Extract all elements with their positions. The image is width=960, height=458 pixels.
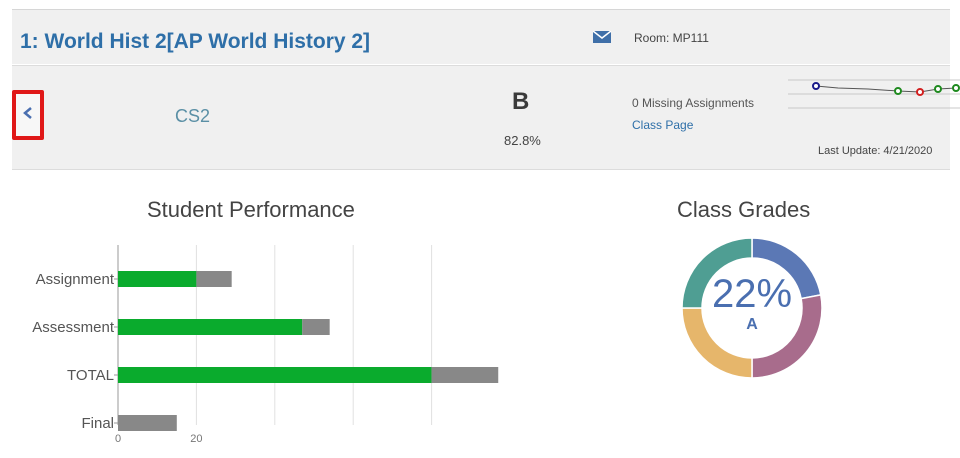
category-label: Assessment bbox=[32, 319, 115, 336]
bar-segment[interactable] bbox=[118, 319, 303, 335]
x-tick-label: 20 bbox=[190, 433, 202, 445]
grade-percent: 82.8% bbox=[504, 133, 541, 148]
grades-title: Class Grades bbox=[677, 197, 811, 222]
donut-percent: 22% bbox=[711, 272, 793, 316]
letter-grade: B bbox=[512, 88, 530, 115]
bar-segment[interactable] bbox=[302, 319, 330, 335]
category-label: Assignment bbox=[36, 271, 115, 288]
grade-summary: CS2 B 82.8% 0 Missing Assignments Class … bbox=[12, 65, 960, 170]
category-label: Final bbox=[81, 415, 114, 432]
bar-segment[interactable] bbox=[118, 367, 432, 383]
trend-point[interactable] bbox=[916, 88, 924, 96]
performance-title: Student Performance bbox=[147, 197, 355, 222]
trend-point[interactable] bbox=[812, 82, 820, 90]
course-code: CS2 bbox=[175, 106, 211, 126]
class-header: 1: World Hist 2[AP World History 2] Room… bbox=[12, 10, 950, 64]
bar-segment[interactable] bbox=[118, 415, 177, 431]
trend-point[interactable] bbox=[952, 84, 960, 92]
bar-segment[interactable] bbox=[118, 271, 197, 287]
grade-trend-sparkline bbox=[788, 79, 960, 109]
last-update: Last Update: 4/21/2020 bbox=[818, 145, 933, 157]
missing-assignments[interactable]: 0 Missing Assignments bbox=[632, 96, 754, 110]
class-page-link[interactable]: Class Page bbox=[632, 118, 693, 132]
trend-point[interactable] bbox=[934, 85, 942, 93]
mail-icon[interactable] bbox=[593, 31, 611, 43]
x-tick-label: 0 bbox=[115, 433, 121, 445]
category-label: TOTAL bbox=[67, 367, 114, 384]
collapse-button[interactable] bbox=[12, 90, 44, 140]
donut-letter: A bbox=[746, 316, 758, 333]
bar-segment[interactable] bbox=[431, 367, 499, 383]
performance-bar-chart: Assignment Assessment TOTAL Final0 20 bbox=[32, 245, 499, 445]
room-label: Room: MP111 bbox=[634, 31, 709, 45]
chevron-left-icon bbox=[23, 107, 32, 119]
course-title-link[interactable]: 1: World Hist 2[AP World History 2] bbox=[20, 30, 370, 54]
trend-point[interactable] bbox=[894, 87, 902, 95]
bar-segment[interactable] bbox=[196, 271, 232, 287]
donut-center: 22% A bbox=[676, 272, 828, 334]
